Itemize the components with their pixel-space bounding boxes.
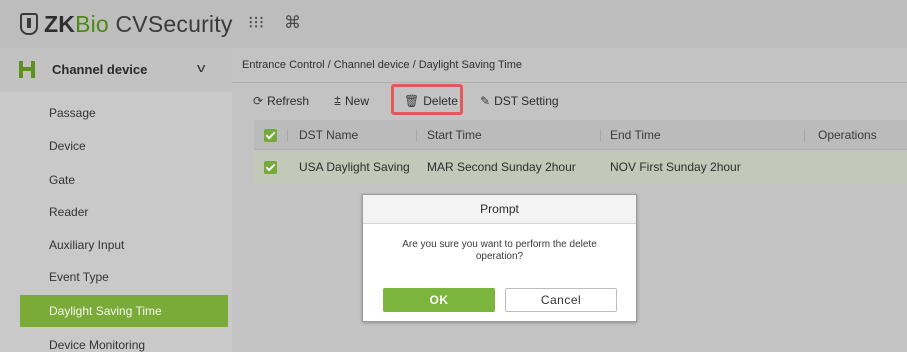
sidebar-item-reader[interactable]: Reader (20, 196, 228, 228)
prompt-dialog: Prompt Are you sure you want to perform … (362, 194, 637, 322)
new-button[interactable]: ⩲ New (334, 88, 369, 114)
cell-end-time: NOV First Sunday 2hour (610, 160, 741, 174)
delete-highlight-box (391, 84, 463, 115)
cell-dst-name: USA Daylight Saving (299, 160, 410, 174)
app-logo[interactable]: ZKBio CVSecurity (20, 9, 233, 39)
refresh-icon: ⟳ (253, 94, 264, 108)
refresh-button[interactable]: ⟳ Refresh (253, 88, 309, 114)
row-checkbox[interactable] (264, 161, 277, 174)
column-separator (600, 129, 601, 142)
sidebar-item-device[interactable]: Device (20, 130, 228, 162)
app-name: ZKBio CVSecurity (44, 11, 233, 38)
refresh-label: Refresh (267, 94, 310, 108)
sidebar-item-auxiliary-input[interactable]: Auxiliary Input (20, 229, 228, 261)
chevron-down-icon: v (197, 60, 206, 75)
ok-button[interactable]: OK (383, 288, 495, 312)
cancel-button[interactable]: Cancel (505, 288, 617, 312)
sidebar: Channel device v Passage Device Gate Rea… (0, 48, 232, 352)
dst-setting-button[interactable]: ✎ DST Setting (480, 88, 559, 114)
module-label: Channel device (52, 62, 148, 77)
grid-dots-icon[interactable]: ⁝⁝⁝ (248, 13, 264, 33)
dst-setting-label: DST Setting (494, 94, 559, 108)
sidebar-item-gate[interactable]: Gate (20, 164, 228, 196)
column-header-end-time[interactable]: End Time (610, 120, 661, 149)
command-icon[interactable]: ⌘ (284, 13, 301, 33)
sidebar-module-header[interactable]: Channel device v (0, 48, 232, 92)
sidebar-item-daylight-saving-time[interactable]: Daylight Saving Time (20, 295, 228, 327)
dialog-title: Prompt (363, 195, 636, 224)
logo-cvsecurity: CVSecurity (108, 10, 233, 37)
logo-bio: Bio (75, 10, 109, 37)
table-row[interactable]: USA Daylight Saving MAR Second Sunday 2h… (254, 151, 907, 183)
add-list-icon: ⩲ (334, 94, 342, 108)
select-all-checkbox[interactable] (264, 129, 277, 142)
top-bar: ZKBio CVSecurity ⁝⁝⁝ ⌘ (0, 0, 907, 48)
column-header-dst-name[interactable]: DST Name (299, 120, 358, 149)
channel-device-icon (19, 61, 35, 78)
column-separator (416, 129, 417, 142)
divider (232, 82, 907, 83)
column-header-operations[interactable]: Operations (818, 120, 877, 149)
sidebar-item-passage[interactable]: Passage (20, 97, 228, 129)
sidebar-item-device-monitoring[interactable]: Device Monitoring (20, 329, 228, 352)
dialog-message: Are you sure you want to perform the del… (402, 239, 597, 262)
column-header-start-time[interactable]: Start Time (427, 120, 482, 149)
column-separator (287, 129, 288, 142)
shield-logo-icon (20, 13, 38, 35)
sidebar-item-event-type[interactable]: Event Type (20, 261, 228, 293)
new-label: New (345, 94, 370, 108)
app-window: ZKBio CVSecurity ⁝⁝⁝ ⌘ Channel device v … (0, 0, 907, 352)
logo-zk: ZK (44, 10, 76, 37)
table-header: DST Name Start Time End Time Operations (254, 120, 907, 150)
pencil-icon: ✎ (480, 94, 491, 108)
breadcrumb: Entrance Control / Channel device / Dayl… (242, 59, 523, 71)
cell-start-time: MAR Second Sunday 2hour (427, 160, 576, 174)
column-separator (804, 129, 805, 142)
